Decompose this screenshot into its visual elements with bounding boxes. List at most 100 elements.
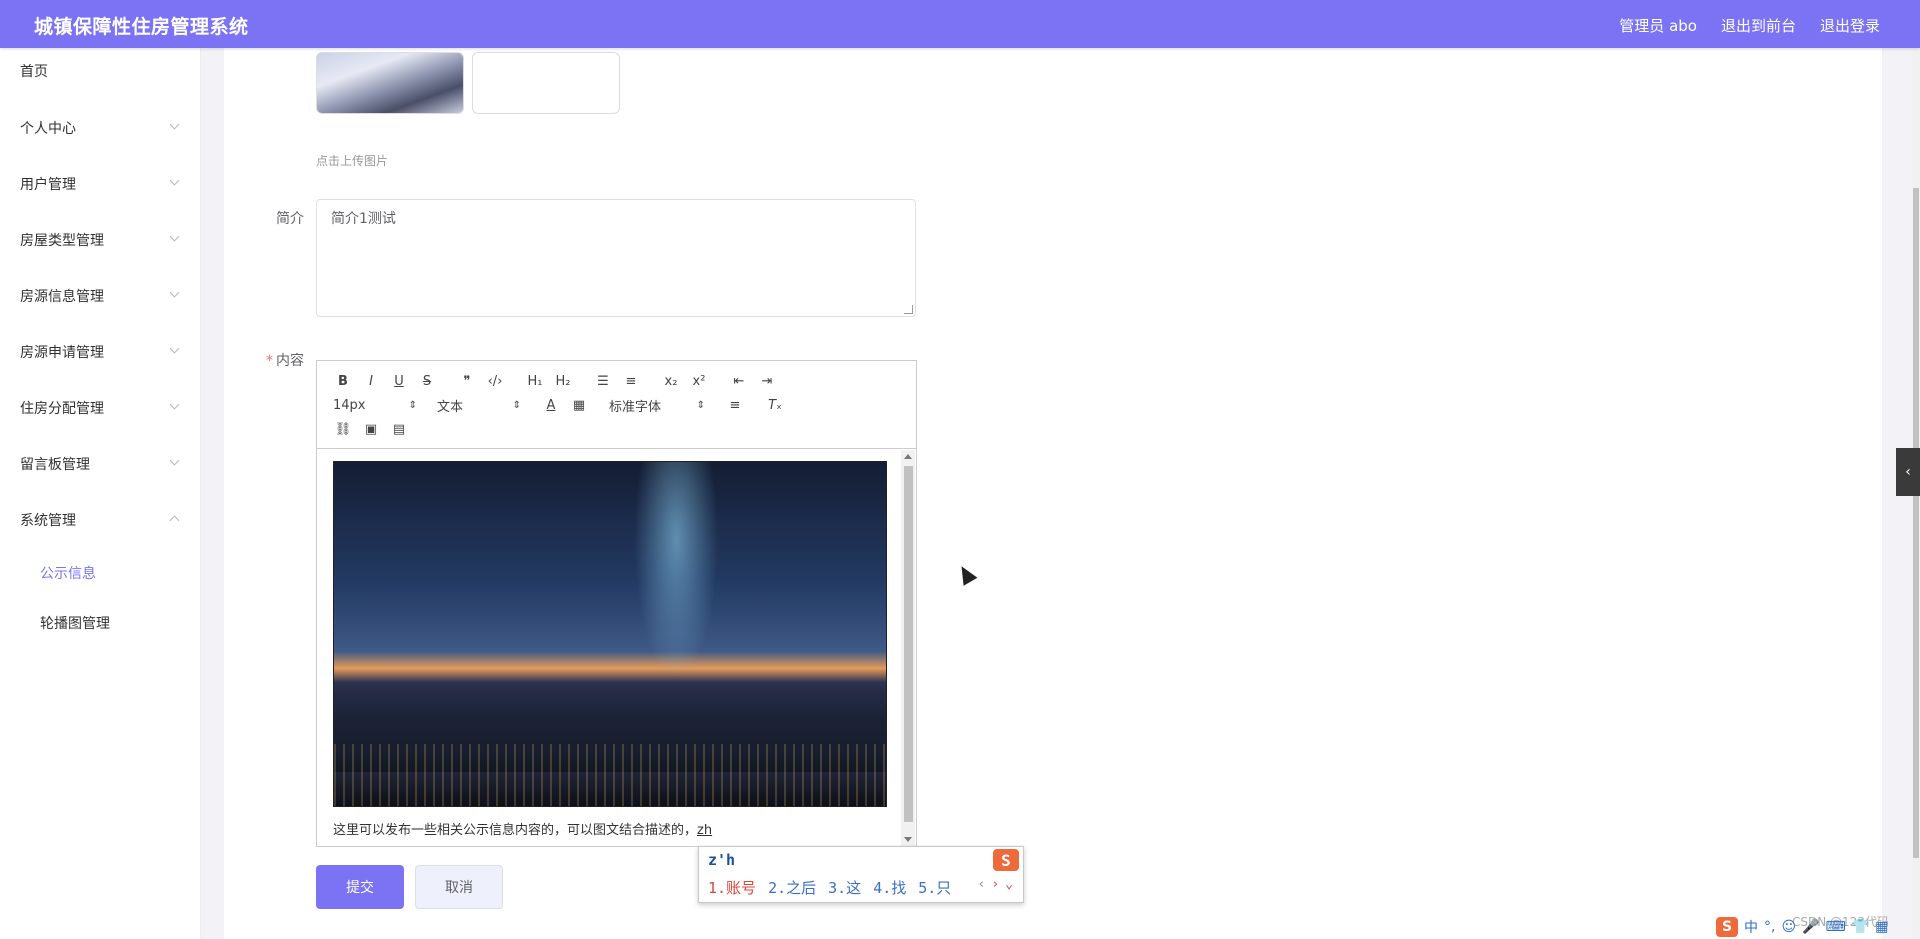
sidebar-item-house-type-management[interactable]: 房屋类型管理 [0,220,200,260]
sidebar-item-label: 公示信息 [40,566,96,582]
sidebar-item-house-info-management[interactable]: 房源信息管理 [0,276,200,316]
superscript-button[interactable]: x² [685,371,713,391]
microphone-icon[interactable]: 🎤 [1802,919,1819,935]
system-tray: S 中 °, ☺ 🎤 ⌨ 👕 ▦ [1716,914,1920,939]
emoji-icon[interactable]: ☺ [1781,919,1796,935]
header-actions: 管理员 abo 退出到前台 退出登录 [1619,15,1880,36]
font-family-value: 标准字体 [609,399,662,415]
ime-composition: z'h [708,851,736,869]
ime-candidate[interactable]: 2.之后 [768,877,816,898]
chevron-down-icon [169,175,180,186]
sidebar-item-house-application-management[interactable]: 房源申请管理 [0,332,200,372]
prev-page-icon[interactable]: ‹ [978,877,986,892]
scroll-up-icon[interactable] [904,454,912,459]
skin-icon[interactable]: 👕 [1852,919,1869,935]
punctuation-icon[interactable]: °, [1764,919,1775,935]
sidebar-subitem-announcements[interactable]: 公示信息 [0,553,200,593]
heading-1-button[interactable]: H₁ [521,371,549,391]
required-mark: * [266,353,273,369]
sidebar-item-system-management[interactable]: 系统管理 [0,500,200,540]
rich-text-editor: B I U S ❞ ‹/› H₁ H₂ ☰ ≡ x₂ x² ⇤ ⇥ 14px ⇕… [316,360,917,847]
sogou-tray-icon[interactable]: S [1716,916,1738,937]
sidebar-item-label: 系统管理 [20,513,76,529]
app-title: 城镇保障性住房管理系统 [34,16,249,38]
sogou-logo-icon: S [993,849,1019,871]
content-label: * 内容 [224,350,304,370]
toolbox-icon[interactable]: ▦ [1875,919,1888,935]
chevron-left-icon: ‹ [1905,464,1911,480]
blockquote-button[interactable]: ❞ [453,371,481,391]
background-color-button[interactable]: ▦ [565,395,593,415]
submit-button[interactable]: 提交 [316,865,404,909]
underline-button[interactable]: U [385,371,413,391]
back-to-front-link[interactable]: 退出到前台 [1721,15,1796,36]
subscript-button[interactable]: x₂ [657,371,685,391]
heading-2-button[interactable]: H₂ [549,371,577,391]
logout-link[interactable]: 退出登录 [1820,15,1880,36]
bullet-list-button[interactable]: ≡ [617,371,645,391]
content-label-text: 内容 [276,353,304,369]
text-type-value: 文本 [437,399,464,415]
page-scrollbar-thumb[interactable] [1913,188,1919,858]
align-button[interactable]: ≡ [721,395,749,415]
keyboard-icon[interactable]: ⌨ [1826,919,1846,935]
uploaded-image-thumbnail[interactable] [316,52,464,114]
ime-language-indicator[interactable]: 中 [1744,917,1758,937]
ime-candidate-list: 1.账号 2.之后 3.这 4.找 5.只 [708,877,951,898]
sidebar-item-label: 房源信息管理 [20,289,104,305]
font-size-select[interactable]: 14px ⇕ [329,398,421,413]
code-block-button[interactable]: ‹/› [481,371,509,391]
main-content: 点击上传图片 简介 简介1测试 * 内容 B I U S ❞ ‹/› H₁ H₂ … [224,48,1882,939]
sidebar-item-housing-allocation-management[interactable]: 住房分配管理 [0,388,200,428]
sidebar-item-home[interactable]: 首页 [0,51,200,91]
ime-candidate[interactable]: 4.找 [873,877,906,898]
text-type-select[interactable]: 文本 ⇕ [433,396,525,415]
italic-button[interactable]: I [357,371,385,391]
upload-hint: 点击上传图片 [316,154,389,168]
sidebar-item-label: 用户管理 [20,177,76,193]
inserted-night-sky-image [333,461,887,807]
collapse-panel-button[interactable]: ‹ [1896,448,1920,496]
sidebar-item-label: 个人中心 [20,121,76,137]
select-arrows-icon: ⇕ [408,399,417,411]
select-arrows-icon: ⇕ [696,399,705,411]
resize-handle-icon[interactable] [904,305,913,314]
editor-scrollbar[interactable] [901,450,915,846]
font-size-value: 14px [333,397,366,413]
sidebar-item-personal-center[interactable]: 个人中心 [0,108,200,148]
ime-candidate[interactable]: 5.只 [918,877,951,898]
scrollbar-thumb[interactable] [904,466,913,822]
sidebar-item-user-management[interactable]: 用户管理 [0,164,200,204]
clear-format-button[interactable]: Tₓ [761,395,789,415]
ordered-list-button[interactable]: ☰ [589,371,617,391]
font-color-button[interactable]: A [537,395,565,415]
next-page-icon[interactable]: › [991,877,999,892]
strikethrough-button[interactable]: S [413,371,441,391]
sidebar-subitem-carousel-management[interactable]: 轮播图管理 [0,603,200,643]
intro-textarea[interactable]: 简介1测试 [316,199,916,317]
toolbar-row-3: ⛓ ▣ ▤ [329,419,413,439]
link-icon[interactable]: ⛓ [329,419,357,439]
expand-candidates-icon[interactable]: ⌄ [1005,877,1013,892]
toolbar-row-2: 14px ⇕ 文本 ⇕ A ▦ 标准字体 ⇕ ≡ Tₓ [329,395,789,415]
chevron-down-icon [169,343,180,354]
indent-button[interactable]: ⇥ [753,371,781,391]
cancel-button[interactable]: 取消 [415,865,503,909]
sidebar-item-message-board-management[interactable]: 留言板管理 [0,444,200,484]
ime-candidate[interactable]: 3.这 [828,877,861,898]
editor-toolbar: B I U S ❞ ‹/› H₁ H₂ ☰ ≡ x₂ x² ⇤ ⇥ 14px ⇕… [317,361,916,449]
editor-content-area[interactable]: 这里可以发布一些相关公示信息内容的，可以图文结合描述的，zh [317,449,916,846]
image-upload-box[interactable] [472,52,620,114]
image-icon[interactable]: ▣ [357,419,385,439]
admin-user-label[interactable]: 管理员 abo [1619,15,1697,36]
chevron-down-icon [169,455,180,466]
select-arrows-icon: ⇕ [512,399,521,411]
sidebar-item-label: 轮播图管理 [40,616,110,632]
bold-button[interactable]: B [329,371,357,391]
sidebar-item-label: 住房分配管理 [20,401,104,417]
outdent-button[interactable]: ⇤ [725,371,753,391]
video-icon[interactable]: ▤ [385,419,413,439]
ime-candidate[interactable]: 1.账号 [708,877,756,898]
font-family-select[interactable]: 标准字体 ⇕ [605,396,709,415]
scroll-down-icon[interactable] [904,837,912,842]
